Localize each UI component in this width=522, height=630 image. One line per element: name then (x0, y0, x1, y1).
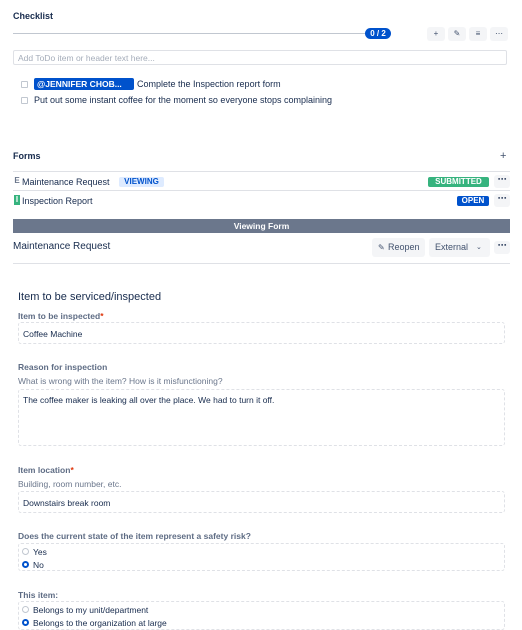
form-icon: I (14, 195, 20, 205)
field-label-safety: Does the current state of the item repre… (18, 531, 251, 541)
radio-label-no: No (33, 560, 44, 570)
field-label-item: Item to be inspected* (18, 311, 104, 321)
todo-checkbox[interactable] (21, 81, 28, 88)
todo-checkbox[interactable] (21, 97, 28, 104)
item-input[interactable]: Coffee Machine (18, 322, 505, 344)
field-label-belongs: This item: (18, 590, 59, 600)
filter-icon[interactable]: ≡ (469, 27, 487, 41)
divider (13, 263, 510, 264)
reopen-label: Reopen (388, 242, 420, 252)
field-desc-reason: What is wrong with the item? How is it m… (18, 376, 223, 386)
chevron-down-icon: ⌄ (476, 244, 482, 251)
status-badge: SUBMITTED (428, 177, 489, 187)
status-badge: OPEN (457, 196, 489, 206)
reason-textarea[interactable]: The coffee maker is leaking all over the… (18, 389, 505, 446)
todo-text: Put out some instant coffee for the mome… (34, 95, 332, 105)
viewer-form-title: Maintenance Request (13, 241, 111, 252)
user-mention[interactable]: @JENNIFER CHOB... (34, 78, 134, 90)
form-section-heading: Item to be serviced/inspected (18, 291, 162, 303)
field-desc-location: Building, room number, etc. (18, 479, 122, 489)
external-label: External (435, 242, 469, 252)
radio-yes[interactable] (22, 548, 29, 555)
viewing-tag: VIEWING (119, 177, 164, 187)
add-todo-input[interactable]: Add ToDo item or header text here... (13, 50, 507, 65)
field-label-reason: Reason for inspection (18, 362, 108, 372)
forms-title: Forms (13, 151, 41, 161)
form-more-icon[interactable]: ⋯ (494, 175, 510, 188)
form-name[interactable]: Maintenance Request (22, 177, 110, 187)
divider (13, 190, 510, 191)
radio-label-unit: Belongs to my unit/department (33, 605, 149, 615)
checklist-progress-badge: 0 / 2 (365, 28, 391, 39)
location-input[interactable]: Downstairs break room (18, 491, 505, 513)
form-more-icon[interactable]: ⋯ (494, 194, 510, 207)
viewing-form-bar: Viewing Form (13, 219, 510, 233)
radio-label-yes: Yes (33, 547, 47, 557)
radio-unit[interactable] (22, 606, 29, 613)
todo-text: Complete the Inspection report form (137, 79, 281, 89)
add-item-icon[interactable]: + (427, 27, 445, 41)
radio-no[interactable] (22, 561, 29, 568)
checklist-progress-bar (13, 33, 368, 34)
edit-icon[interactable]: ✎ (448, 27, 466, 41)
field-label-location: Item location* (18, 465, 74, 475)
safety-radio-group (18, 543, 505, 571)
add-form-icon[interactable]: + (500, 150, 506, 162)
viewer-more-icon[interactable]: ⋯ (494, 241, 510, 254)
pencil-icon: ✎ (378, 243, 385, 252)
checklist-title: Checklist (13, 11, 54, 21)
divider (13, 171, 510, 172)
more-icon[interactable]: ⋯ (490, 27, 508, 41)
radio-organization[interactable] (22, 619, 29, 626)
form-name[interactable]: Inspection Report (22, 196, 93, 206)
reopen-button[interactable]: ✎ Reopen (372, 238, 425, 257)
radio-label-organization: Belongs to the organization at large (33, 618, 167, 628)
external-dropdown[interactable]: External ⌄ (429, 238, 490, 257)
form-icon: E (14, 176, 20, 185)
